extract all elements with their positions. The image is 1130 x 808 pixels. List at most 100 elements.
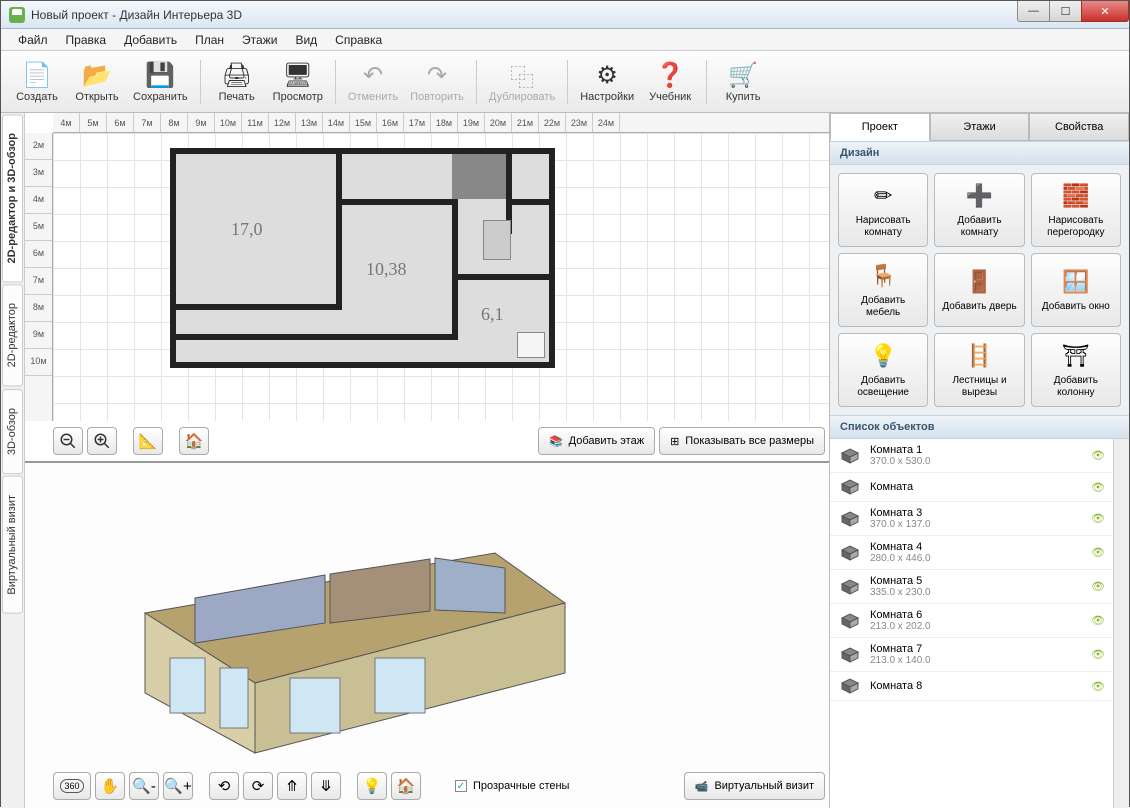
main-toolbar: 📄Создать 📂Открыть 💾Сохранить 🖨Печать 🖥Пр… <box>1 51 1129 113</box>
tool-buy[interactable]: 🛒Купить <box>713 54 773 110</box>
visibility-icon[interactable]: 👁 <box>1091 546 1105 559</box>
btn-add-light[interactable]: 💡Добавить освещение <box>838 333 928 407</box>
cube-icon <box>838 578 862 596</box>
tool-redo[interactable]: ↷Повторить <box>404 54 470 110</box>
show-dims-button[interactable]: ⊞Показывать все размеры <box>659 427 825 455</box>
pan-button[interactable]: ✋ <box>95 772 125 800</box>
object-row[interactable]: Комната 6213.0 x 202.0👁 <box>830 604 1113 638</box>
btn-stairs[interactable]: 🪜Лестницы и вырезы <box>934 333 1024 407</box>
window-icon: 🪟 <box>1061 267 1091 297</box>
visibility-icon[interactable]: 👁 <box>1091 580 1105 593</box>
tool-settings[interactable]: ⚙Настройки <box>574 54 640 110</box>
visibility-icon[interactable]: 👁 <box>1091 648 1105 661</box>
vtab-2d-3d[interactable]: 2D-редактор и 3D-обзор <box>2 114 23 282</box>
object-row[interactable]: Комната 3370.0 x 137.0👁 <box>830 502 1113 536</box>
tab-project[interactable]: Проект <box>830 113 930 141</box>
btn-add-door[interactable]: 🚪Добавить дверь <box>934 253 1024 327</box>
virtual-visit-button[interactable]: 📹Виртуальный визит <box>684 772 825 800</box>
menu-file[interactable]: Файл <box>9 30 57 50</box>
menu-floors[interactable]: Этажи <box>233 30 286 50</box>
save-icon: 💾 <box>144 61 176 91</box>
visibility-icon[interactable]: 👁 <box>1091 481 1105 494</box>
cube-icon <box>838 447 862 465</box>
toolbar-separator <box>476 60 477 104</box>
object-dims: 370.0 x 530.0 <box>870 456 1091 467</box>
menu-edit[interactable]: Правка <box>57 30 116 50</box>
view-360-button[interactable]: 360 <box>53 772 91 800</box>
close-button[interactable]: ✕ <box>1081 1 1129 22</box>
zoom-out-button[interactable] <box>53 427 83 455</box>
visibility-icon[interactable]: 👁 <box>1091 680 1105 693</box>
object-row[interactable]: Комната 4280.0 x 446.0👁 <box>830 536 1113 570</box>
btn-add-window[interactable]: 🪟Добавить окно <box>1031 253 1121 327</box>
tilt-down-button[interactable]: ⤋ <box>311 772 341 800</box>
cube-icon <box>838 478 862 496</box>
object-dims: 213.0 x 140.0 <box>870 655 1091 666</box>
ruler-left: 2м3м4м5м6м7м8м9м10м <box>25 133 53 421</box>
object-name: Комната 5 <box>870 575 1091 587</box>
zoom-in-button[interactable] <box>87 427 117 455</box>
object-row[interactable]: Комната👁 <box>830 473 1113 502</box>
tool-preview[interactable]: 🖥Просмотр <box>267 54 329 110</box>
rotate-cw-button[interactable]: ⟳ <box>243 772 273 800</box>
zoom-out-3d-button[interactable]: 🔍- <box>129 772 159 800</box>
undo-icon: ↶ <box>357 61 389 91</box>
btn-draw-partition[interactable]: 🧱Нарисовать перегородку <box>1031 173 1121 247</box>
right-panel: Проект Этажи Свойства Дизайн ✏Нарисовать… <box>829 113 1129 808</box>
object-list[interactable]: Комната 1370.0 x 530.0👁Комната👁Комната 3… <box>830 439 1113 808</box>
visibility-icon[interactable]: 👁 <box>1091 449 1105 462</box>
view-3d-area[interactable]: 360 ✋ 🔍- 🔍+ ⟲ ⟳ ⤊ ⤋ 💡 🏠 ✓ Прозрачные сте… <box>25 463 829 808</box>
tab-floors[interactable]: Этажи <box>930 113 1030 141</box>
object-row[interactable]: Комната 7213.0 x 140.0👁 <box>830 638 1113 672</box>
room-label-2: 10,38 <box>366 259 407 280</box>
zoom-in-3d-button[interactable]: 🔍+ <box>163 772 193 800</box>
menubar: Файл Правка Добавить План Этажи Вид Спра… <box>1 29 1129 51</box>
tool-create[interactable]: 📄Создать <box>7 54 67 110</box>
room-label-1: 17,0 <box>231 219 263 240</box>
maximize-button[interactable]: ☐ <box>1049 1 1081 22</box>
appliance-icon <box>483 220 511 260</box>
menu-view[interactable]: Вид <box>286 30 326 50</box>
monitor-icon: 🖥 <box>282 61 314 91</box>
cube-icon <box>838 677 862 695</box>
tool-duplicate[interactable]: ⿻Дублировать <box>483 54 561 110</box>
object-row[interactable]: Комната 8👁 <box>830 672 1113 701</box>
tool-tutorial[interactable]: ❓Учебник <box>640 54 700 110</box>
transparent-walls-checkbox[interactable]: ✓ Прозрачные стены <box>445 772 579 800</box>
rotate-ccw-button[interactable]: ⟲ <box>209 772 239 800</box>
vtab-virtual[interactable]: Виртуальный визит <box>2 476 23 614</box>
tool-print[interactable]: 🖨Печать <box>207 54 267 110</box>
floor-plan[interactable]: 17,0 10,38 6,1 <box>170 148 555 368</box>
tool-save[interactable]: 💾Сохранить <box>127 54 194 110</box>
tool-open[interactable]: 📂Открыть <box>67 54 127 110</box>
measure-button[interactable]: 📐 <box>133 427 163 455</box>
minimize-button[interactable]: — <box>1017 1 1049 22</box>
wall <box>176 334 456 340</box>
vtab-2d[interactable]: 2D-редактор <box>2 284 23 386</box>
menu-add[interactable]: Добавить <box>115 30 186 50</box>
home-button[interactable]: 🏠 <box>179 427 209 455</box>
add-floor-button[interactable]: 📚Добавить этаж <box>538 427 655 455</box>
menu-plan[interactable]: План <box>186 30 233 50</box>
tab-properties[interactable]: Свойства <box>1029 113 1129 141</box>
tilt-up-button[interactable]: ⤊ <box>277 772 307 800</box>
scrollbar[interactable] <box>1113 439 1129 808</box>
wall <box>336 154 342 304</box>
visibility-icon[interactable]: 👁 <box>1091 512 1105 525</box>
visibility-icon[interactable]: 👁 <box>1091 614 1105 627</box>
light-toggle-button[interactable]: 💡 <box>357 772 387 800</box>
object-row[interactable]: Комната 1370.0 x 530.0👁 <box>830 439 1113 473</box>
object-row[interactable]: Комната 5335.0 x 230.0👁 <box>830 570 1113 604</box>
vtab-3d[interactable]: 3D-обзор <box>2 389 23 474</box>
tool-undo[interactable]: ↶Отменить <box>342 54 404 110</box>
plan-2d-area[interactable]: 4м5м6м7м8м9м10м11м12м13м14м15м16м17м18м1… <box>25 113 829 463</box>
render-3d <box>75 493 615 763</box>
btn-add-column[interactable]: ⛩Добавить колонну <box>1031 333 1121 407</box>
home-3d-button[interactable]: 🏠 <box>391 772 421 800</box>
cube-icon <box>838 612 862 630</box>
btn-add-furniture[interactable]: 🪑Добавить мебель <box>838 253 928 327</box>
menu-help[interactable]: Справка <box>326 30 391 50</box>
btn-draw-room[interactable]: ✏Нарисовать комнату <box>838 173 928 247</box>
btn-add-room[interactable]: ➕Добавить комнату <box>934 173 1024 247</box>
column-icon: ⛩ <box>1061 341 1091 371</box>
